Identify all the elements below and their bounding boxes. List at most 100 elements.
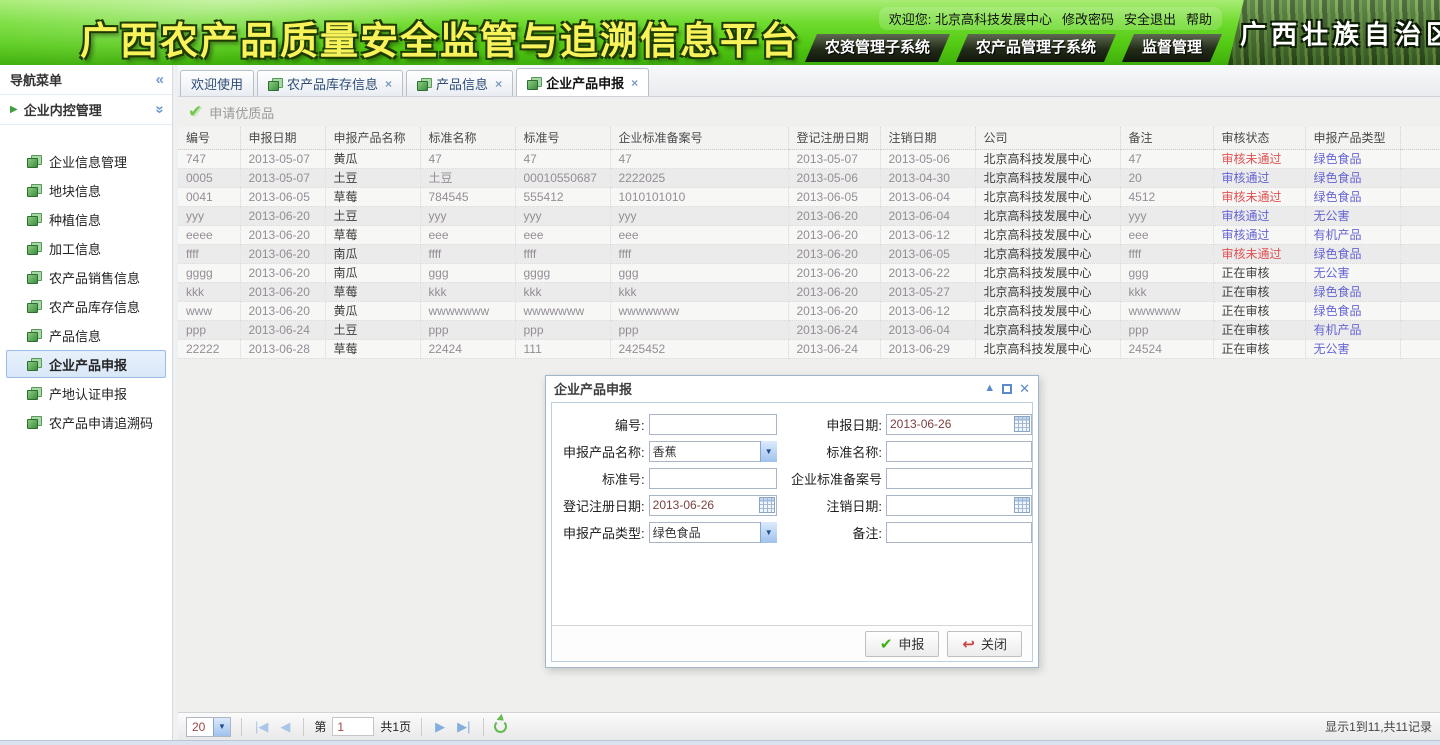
document-icon bbox=[527, 77, 541, 89]
record-no-label: 企业标准备案号 bbox=[777, 469, 886, 488]
column-header[interactable]: 申报产品名称 bbox=[325, 127, 420, 149]
table-row[interactable]: 00052013-05-07土豆土豆0001055068722220252013… bbox=[178, 168, 1440, 187]
table-row[interactable]: www2013-06-20黄瓜wwwwwwwwwwwwwwwwwwwww2013… bbox=[178, 301, 1440, 320]
table-cell: 2013-06-12 bbox=[880, 225, 975, 244]
sidebar-item[interactable]: 产地认证申报 bbox=[6, 379, 166, 407]
declare-date-input[interactable] bbox=[886, 414, 1032, 435]
change-password-link[interactable]: 修改密码 bbox=[1062, 9, 1114, 28]
next-page-button[interactable]: ▶ bbox=[432, 719, 448, 735]
sidebar-section-internal-control[interactable]: ▶ 企业内控管理 » bbox=[0, 95, 172, 125]
code-input[interactable] bbox=[649, 414, 777, 435]
cancel-date-input[interactable] bbox=[886, 495, 1032, 516]
standard-name-input[interactable] bbox=[886, 441, 1032, 462]
first-page-button[interactable]: |◀ bbox=[252, 719, 271, 735]
column-header[interactable]: 编号 bbox=[178, 127, 240, 149]
column-header[interactable]: 审核状态 bbox=[1213, 127, 1305, 149]
table-cell: 22222 bbox=[178, 339, 240, 358]
table-cell: 0005 bbox=[178, 168, 240, 187]
refresh-icon[interactable] bbox=[494, 720, 507, 733]
column-header[interactable]: 登记注册日期 bbox=[788, 127, 880, 149]
product-declare-dialog: 企业产品申报 ▲ ✕ 编号: 申报日期: 申报产品名称: ▼ 标准名称: bbox=[545, 375, 1039, 668]
table-cell: 2013-06-20 bbox=[240, 282, 325, 301]
column-header[interactable]: 标准号 bbox=[515, 127, 610, 149]
table-cell: ggg bbox=[610, 263, 788, 282]
collapse-icon[interactable]: ▲ bbox=[984, 383, 995, 394]
sidebar-item-label: 加工信息 bbox=[49, 239, 101, 258]
sidebar-item[interactable]: 农产品销售信息 bbox=[6, 263, 166, 291]
sidebar-item[interactable]: 产品信息 bbox=[6, 321, 166, 349]
column-header[interactable]: 企业标准备案号 bbox=[610, 127, 788, 149]
page-number-input[interactable] bbox=[332, 717, 374, 736]
standard-no-input[interactable] bbox=[649, 468, 777, 489]
product-name-select[interactable] bbox=[649, 441, 760, 462]
close-icon[interactable]: ✕ bbox=[1019, 382, 1030, 395]
table-row[interactable]: 222222013-06-28草莓2242411124254522013-06-… bbox=[178, 339, 1440, 358]
column-header[interactable]: 标准名称 bbox=[420, 127, 515, 149]
table-cell: 审核未通过 bbox=[1213, 187, 1305, 206]
chevron-down-icon[interactable]: ▼ bbox=[760, 522, 777, 543]
tab-close-icon[interactable]: × bbox=[495, 77, 502, 91]
table-cell: yyy bbox=[515, 206, 610, 225]
submit-declare-button[interactable]: ✔ 申报 bbox=[865, 631, 940, 657]
section-collapse-icon[interactable]: » bbox=[151, 105, 168, 113]
subsystem-agri-materials-button[interactable]: 农资管理子系统 bbox=[805, 34, 950, 62]
previous-page-button[interactable]: ◀ bbox=[277, 719, 293, 735]
table-row[interactable]: ffff2013-06-20南瓜ffffffffffff2013-06-2020… bbox=[178, 244, 1440, 263]
product-name-label: 申报产品名称: bbox=[552, 442, 649, 461]
application-window: 广西农产品质量安全监管与追溯信息平台 欢迎您: 北京高科技发展中心 修改密码 安… bbox=[0, 0, 1440, 745]
column-header[interactable]: 申报日期 bbox=[240, 127, 325, 149]
record-no-input[interactable] bbox=[886, 468, 1032, 489]
table-cell: 北京高科技发展中心 bbox=[975, 168, 1120, 187]
table-cell: www bbox=[178, 301, 240, 320]
page-size-select[interactable]: 20 ▼ bbox=[186, 717, 231, 737]
table-row[interactable]: kkk2013-06-20草莓kkkkkkkkk2013-06-202013-0… bbox=[178, 282, 1440, 301]
last-page-button[interactable]: ▶| bbox=[454, 719, 473, 735]
sidebar-item[interactable]: 加工信息 bbox=[6, 234, 166, 262]
table-row[interactable]: 7472013-05-07黄瓜4747472013-05-072013-05-0… bbox=[178, 149, 1440, 168]
column-header[interactable] bbox=[1400, 127, 1440, 149]
sidebar-item-label: 企业产品申报 bbox=[49, 355, 127, 374]
remark-input[interactable] bbox=[886, 522, 1032, 543]
table-row[interactable]: gggg2013-06-20南瓜gggggggggg2013-06-202013… bbox=[178, 263, 1440, 282]
sidebar-item[interactable]: 农产品库存信息 bbox=[6, 292, 166, 320]
sidebar-item[interactable]: 农产品申请追溯码 bbox=[6, 408, 166, 436]
column-header[interactable]: 备注 bbox=[1120, 127, 1213, 149]
sidebar-item[interactable]: 种植信息 bbox=[6, 205, 166, 233]
calendar-icon[interactable] bbox=[1014, 416, 1030, 432]
product-type-select[interactable] bbox=[649, 522, 760, 543]
tab[interactable]: 产品信息× bbox=[406, 70, 513, 96]
column-header[interactable]: 申报产品类型 bbox=[1305, 127, 1400, 149]
column-header[interactable]: 注销日期 bbox=[880, 127, 975, 149]
table-row[interactable]: yyy2013-06-20土豆yyyyyyyyy2013-06-202013-0… bbox=[178, 206, 1440, 225]
table-cell: 2013-06-28 bbox=[240, 339, 325, 358]
chevron-down-icon[interactable]: ▼ bbox=[760, 441, 777, 462]
close-dialog-button[interactable]: ↩ 关闭 bbox=[947, 631, 1022, 657]
sidebar-item[interactable]: 企业产品申报 bbox=[6, 350, 166, 378]
column-header[interactable]: 公司 bbox=[975, 127, 1120, 149]
back-arrow-icon: ↩ bbox=[962, 635, 975, 653]
help-link[interactable]: 帮助 bbox=[1186, 9, 1212, 28]
tab-close-icon[interactable]: × bbox=[631, 76, 638, 90]
table-row[interactable]: ppp2013-06-24土豆ppppppppp2013-06-242013-0… bbox=[178, 320, 1440, 339]
dialog-titlebar[interactable]: 企业产品申报 ▲ ✕ bbox=[546, 376, 1038, 401]
apply-premium-button[interactable]: 申请优质品 bbox=[209, 103, 274, 122]
subsystem-supervision-button[interactable]: 监督管理 bbox=[1122, 34, 1222, 62]
sidebar-collapse-icon[interactable]: « bbox=[156, 71, 164, 88]
register-date-input[interactable] bbox=[649, 495, 777, 516]
tab[interactable]: 企业产品申报× bbox=[516, 68, 649, 96]
table-cell: ppp bbox=[420, 320, 515, 339]
tab[interactable]: 欢迎使用 bbox=[180, 70, 254, 96]
subsystem-agri-products-button[interactable]: 农产品管理子系统 bbox=[956, 34, 1116, 62]
tab-close-icon[interactable]: × bbox=[385, 77, 392, 91]
calendar-icon[interactable] bbox=[759, 497, 775, 513]
tab[interactable]: 农产品库存信息× bbox=[257, 70, 403, 96]
chevron-down-icon: ▼ bbox=[213, 718, 230, 736]
calendar-icon[interactable] bbox=[1014, 497, 1030, 513]
table-cell: 南瓜 bbox=[325, 263, 420, 282]
maximize-icon[interactable] bbox=[1002, 384, 1012, 394]
sidebar-item[interactable]: 企业信息管理 bbox=[6, 147, 166, 175]
table-row[interactable]: eeee2013-06-20草莓eeeeeeeee2013-06-202013-… bbox=[178, 225, 1440, 244]
table-row[interactable]: 00412013-06-05草莓784545555412101010101020… bbox=[178, 187, 1440, 206]
sidebar-item[interactable]: 地块信息 bbox=[6, 176, 166, 204]
logout-link[interactable]: 安全退出 bbox=[1124, 9, 1176, 28]
